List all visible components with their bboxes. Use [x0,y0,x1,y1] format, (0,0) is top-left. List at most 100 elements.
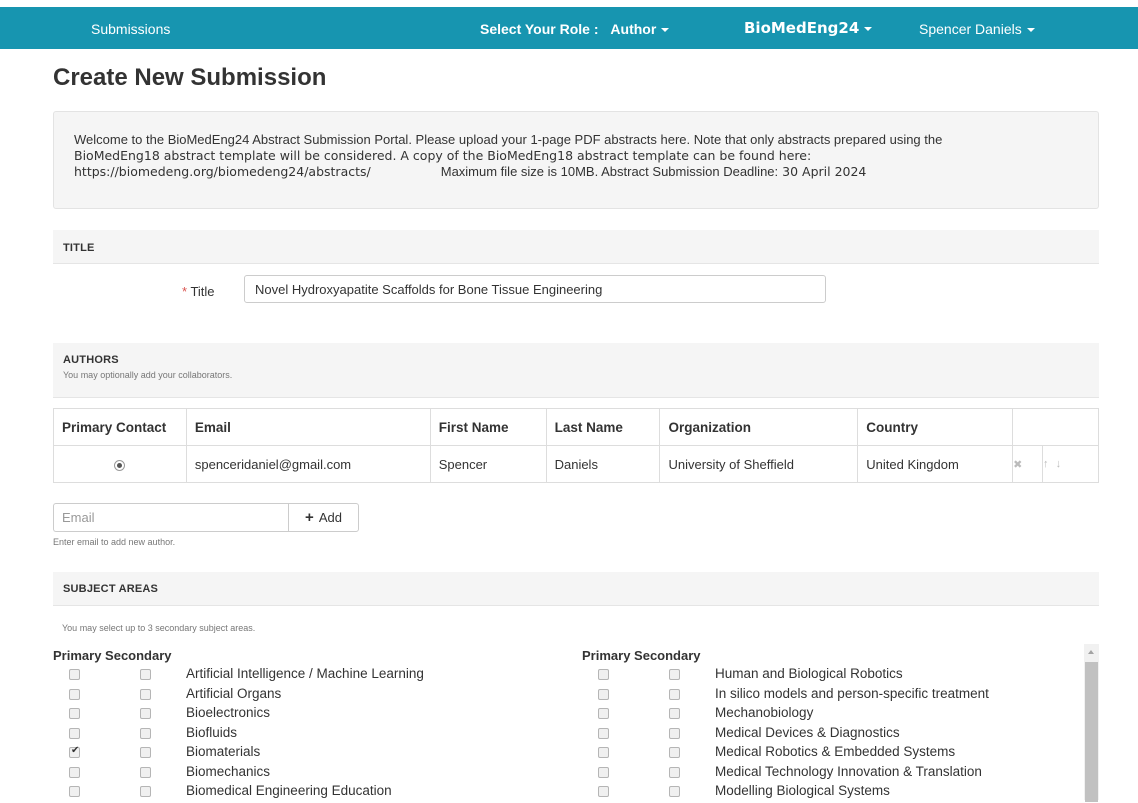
chevron-down-icon [864,26,873,31]
subject-label: Medical Devices & Diagnostics [715,724,900,740]
primary-column-label: Primary [582,648,631,663]
primary-checkbox[interactable] [69,745,80,758]
secondary-checkbox[interactable] [140,747,151,758]
table-header-row: Primary Contact Email First Name Last Na… [53,408,1099,446]
role-label: Select Your Role : [480,21,599,37]
secondary-checkbox[interactable] [669,688,680,700]
move-up-icon[interactable]: ↑ [1043,458,1049,470]
conference-selector[interactable]: BioMedEng24 [744,19,873,37]
author-organization: University of Sheffield [659,445,859,483]
primary-checkbox[interactable] [598,766,609,778]
author-first-name: Spencer [429,445,547,483]
template-url[interactable]: https://biomedeng.org/biomedeng24/abstra… [74,164,371,180]
subjects-right-list: Human and Biological Robotics In silico m… [582,666,1082,803]
authors-section-header: AUTHORS You may optionally add your coll… [53,343,1099,398]
primary-column-label: Primary [53,648,102,663]
section-heading: AUTHORS [63,354,119,366]
secondary-column-label: Secondary [634,648,701,663]
primary-checkbox[interactable] [598,727,609,739]
scroll-up-icon[interactable] [1088,650,1094,654]
welcome-message: Welcome to the BioMedEng24 Abstract Subm… [53,111,1099,209]
remove-author-button[interactable]: ✖ [1012,445,1044,483]
size-deadline-text: Maximum file size is 10MB. Abstract Subm… [440,164,779,179]
secondary-checkbox[interactable] [669,708,680,719]
user-name: Spencer Daniels [919,21,1022,37]
add-button-label: Add [318,510,342,525]
primary-checkbox[interactable] [69,727,80,739]
reorder-buttons: ↑ ↓ [1042,445,1099,483]
column-header: First Name [429,408,547,446]
secondary-checkbox[interactable] [140,766,151,778]
user-menu[interactable]: Spencer Daniels [919,21,1035,37]
title-label: * Title [182,284,215,299]
primary-checkbox[interactable] [598,786,609,797]
subject-label: Medical Robotics & Embedded Systems [715,744,956,759]
scrollbar-thumb[interactable] [1085,662,1098,802]
primary-checkbox[interactable] [69,786,80,797]
conference-name: BioMedEng24 [744,19,860,37]
secondary-checkbox[interactable] [669,766,680,778]
column-header: Country [857,408,1014,446]
secondary-checkbox[interactable] [140,786,151,797]
title-label-text: Title [190,284,215,299]
subject-row: Medical Robotics & Embedded Systems [582,744,1082,764]
top-navbar: Submissions Select Your Role : Author Bi… [0,7,1138,49]
chevron-down-icon [1026,28,1035,33]
primary-checkbox[interactable] [69,766,80,778]
subject-label: Bioelectronics [186,705,271,720]
column-header: Organization [659,408,859,446]
subject-row: In silico models and person-specific tre… [582,686,1082,706]
subject-label: Medical Technology Innovation & Translat… [715,763,982,779]
add-author-button[interactable]: + Add [288,503,359,532]
subjects-section-header: SUBJECT AREAS [53,572,1099,606]
primary-checkbox[interactable] [598,747,609,758]
secondary-checkbox[interactable] [140,727,151,739]
secondary-checkbox[interactable] [669,669,680,680]
section-subtext: You may optionally add your collaborator… [63,370,233,380]
secondary-checkbox[interactable] [669,786,680,797]
subject-label: Biofluids [186,724,238,740]
secondary-checkbox[interactable] [140,669,151,680]
subjects-right-column: Primary Secondary Human and Biological R… [582,648,1082,803]
subjects-column-header: Primary Secondary [53,648,553,666]
subjects-left-list: Artificial Intelligence / Machine Learni… [53,666,553,803]
subject-row: Mechanobiology [582,705,1082,725]
move-down-icon[interactable]: ↓ [1056,458,1062,470]
subject-label: Biomedical Engineering Education [186,783,392,798]
nav-submissions-link[interactable]: Submissions [91,21,170,37]
primary-checkbox[interactable] [598,708,609,719]
column-header: Last Name [545,408,661,446]
subjects-column-header: Primary Secondary [582,648,1082,666]
add-author-group: + Add [53,503,359,532]
subjects-left-column: Primary Secondary Artificial Intelligenc… [53,648,553,803]
secondary-checkbox[interactable] [140,688,151,700]
primary-checkbox[interactable] [69,688,80,700]
title-input[interactable] [244,275,826,303]
secondary-checkbox[interactable] [669,747,680,758]
subject-row: Biofluids [53,725,553,745]
role-selector[interactable]: Select Your Role : Author [480,21,670,37]
plus-icon: + [305,509,314,526]
secondary-checkbox[interactable] [140,708,151,719]
primary-checkbox[interactable] [69,669,80,680]
column-header: Primary Contact [53,408,187,446]
author-last-name: Daniels [545,445,661,483]
deadline-date: 30 April 2024 [782,164,867,179]
add-author-email-input[interactable] [53,503,288,532]
subject-label: Biomechanics [186,763,271,779]
primary-checkbox[interactable] [69,708,80,719]
subject-label: Artificial Organs [186,685,282,701]
close-icon: ✖ [1013,458,1023,471]
primary-checkbox[interactable] [598,669,609,680]
title-section-header: TITLE [53,230,1099,264]
section-heading: TITLE [63,242,95,254]
secondary-checkbox[interactable] [669,727,680,739]
table-row: spenceridaniel@gmail.com Spencer Daniels… [53,445,1099,483]
welcome-line-3: https://biomedeng.org/biomedeng24/abstra… [74,164,1078,180]
section-heading: SUBJECT AREAS [63,583,159,595]
author-email: spenceridaniel@gmail.com [185,445,431,483]
primary-contact-radio[interactable] [114,459,126,471]
subject-label: In silico models and person-specific tre… [715,685,989,701]
scrollbar[interactable] [1084,644,1099,802]
primary-checkbox[interactable] [598,688,609,700]
